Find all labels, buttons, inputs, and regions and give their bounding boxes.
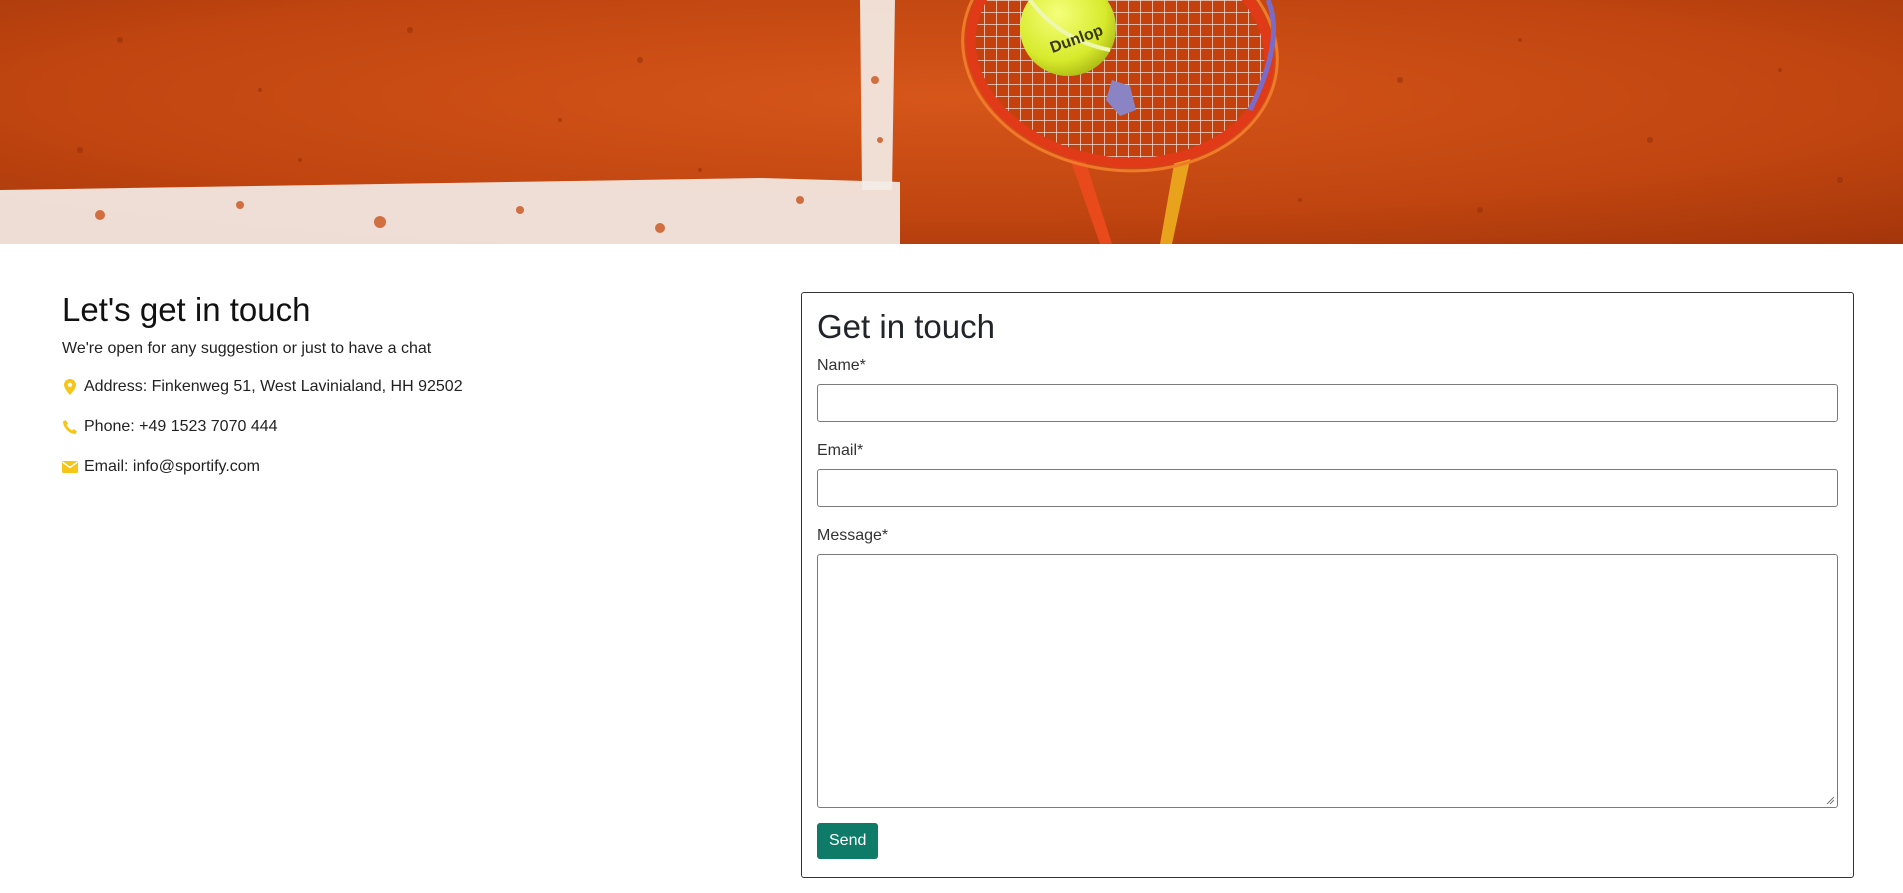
contact-heading: Let's get in touch xyxy=(62,291,311,328)
map-marker-icon xyxy=(62,378,78,395)
message-label: Message* xyxy=(817,526,889,544)
form-heading: Get in touch xyxy=(817,308,995,345)
email-text: Email: info@sportify.com xyxy=(84,457,260,475)
envelope-icon xyxy=(62,459,78,475)
address-text: Address: Finkenweg 51, West Lavinialand,… xyxy=(84,377,463,395)
contact-form-card: Get in touch Name* Email* Message* Send xyxy=(801,292,1854,878)
message-textarea[interactable] xyxy=(817,553,1838,808)
phone-icon xyxy=(62,419,78,435)
email-input[interactable] xyxy=(817,468,1838,507)
send-button[interactable]: Send xyxy=(817,822,879,859)
phone-text: Phone: +49 1523 7070 444 xyxy=(84,417,278,435)
name-input[interactable] xyxy=(817,383,1838,422)
email-line: Email: info@sportify.com xyxy=(62,458,722,476)
contact-info-section: Let's get in touch We're open for any su… xyxy=(62,290,722,498)
email-label: Email* xyxy=(817,441,864,459)
name-label: Name* xyxy=(817,356,866,374)
contact-subtitle: We're open for any suggestion or just to… xyxy=(62,339,432,357)
hero-banner-image: Dunlop xyxy=(0,0,1903,244)
address-line: Address: Finkenweg 51, West Lavinialand,… xyxy=(62,378,722,396)
resize-grip-icon[interactable] xyxy=(1826,796,1835,805)
phone-line: Phone: +49 1523 7070 444 xyxy=(62,418,722,436)
